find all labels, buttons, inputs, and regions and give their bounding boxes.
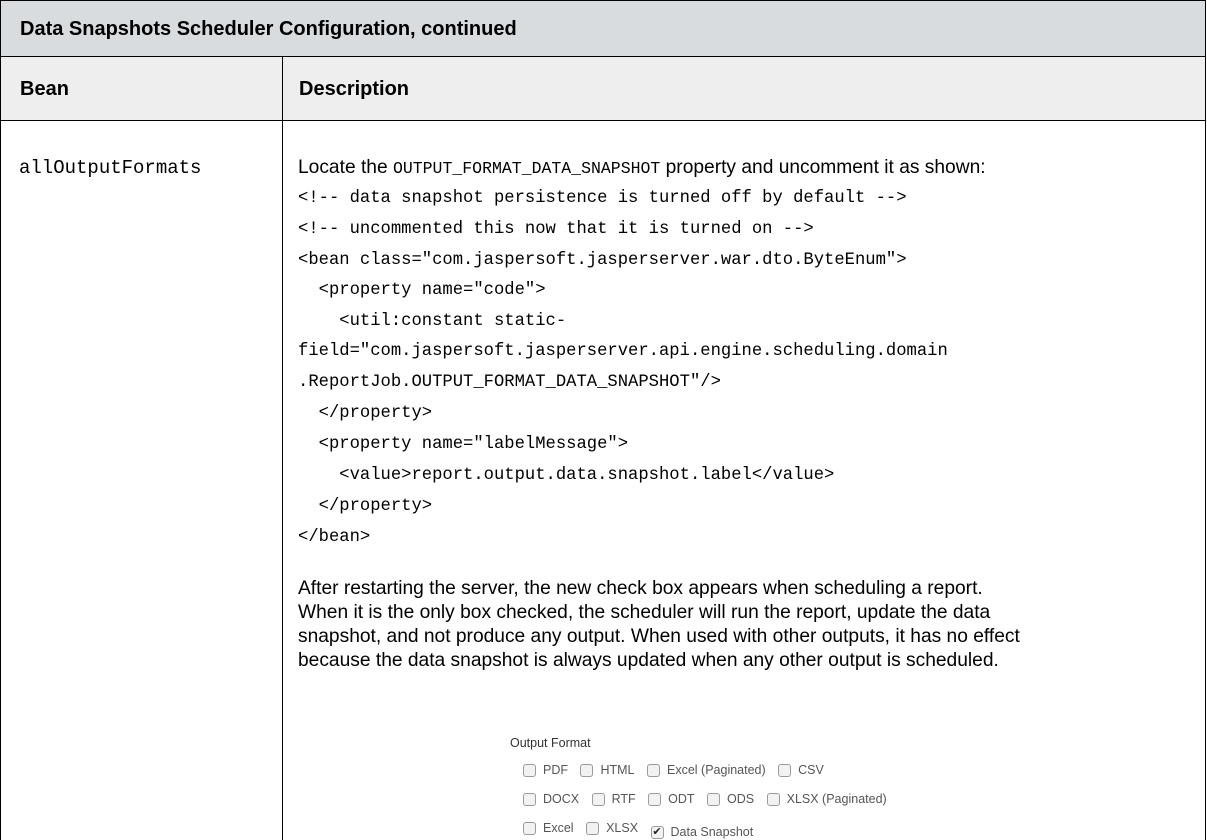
code-line: <property name="code"> bbox=[298, 281, 546, 300]
code-line: <value>report.output.data.snapshot.label… bbox=[298, 466, 835, 485]
table-title-row: Data Snapshots Scheduler Configuration, … bbox=[1, 0, 1205, 57]
checkbox-label: DOCX bbox=[543, 792, 580, 806]
checkbox-label: XLSX (Paginated) bbox=[786, 792, 887, 806]
checkbox-xlsx[interactable]: XLSX bbox=[586, 821, 638, 835]
checkbox-label: PDF bbox=[543, 763, 568, 777]
checkbox-label: CSV bbox=[798, 763, 824, 777]
bean-name-cell: allOutputFormats bbox=[19, 157, 202, 179]
code-line: field="com.jaspersoft.jasperserver.api.e… bbox=[298, 342, 948, 361]
output-format-row: DOCX RTF ODT ODS XLSX (Paginated) bbox=[523, 792, 896, 810]
checkbox-xlsx-paginated[interactable]: XLSX (Paginated) bbox=[766, 792, 887, 806]
code-line: </property> bbox=[298, 497, 433, 516]
checkbox-box[interactable] bbox=[523, 821, 536, 835]
checkbox-box[interactable] bbox=[523, 792, 536, 806]
checkbox-box[interactable] bbox=[778, 763, 792, 777]
paragraph-line: because the data snapshot is always upda… bbox=[298, 650, 999, 671]
checkbox-label: Data Snapshot bbox=[670, 825, 754, 839]
table-header-row: Bean Description bbox=[1, 57, 1205, 121]
checkbox-csv[interactable]: CSV bbox=[778, 763, 824, 777]
column-header-bean: Bean bbox=[20, 78, 69, 100]
code-line: <util:constant static- bbox=[298, 312, 567, 331]
intro-inline-code: OUTPUT_FORMAT_DATA_SNAPSHOT bbox=[392, 159, 661, 178]
paragraph-line: snapshot, and not produce any output. Wh… bbox=[298, 626, 1020, 647]
checkbox-box[interactable] bbox=[648, 792, 662, 806]
code-line: </bean> bbox=[298, 528, 371, 547]
description-intro: Locate the OUTPUT_FORMAT_DATA_SNAPSHOT p… bbox=[298, 156, 986, 181]
checkbox-box[interactable] bbox=[707, 792, 721, 806]
checkbox-data-snapshot[interactable]: ✔ Data Snapshot bbox=[650, 825, 754, 839]
checkbox-label: ODS bbox=[727, 792, 755, 806]
code-line: <property name="labelMessage"> bbox=[298, 435, 629, 454]
code-line: <bean class="com.jaspersoft.jasperserver… bbox=[298, 251, 907, 270]
intro-text-before: Locate the bbox=[298, 157, 393, 178]
checkbox-rtf[interactable]: RTF bbox=[591, 792, 636, 806]
column-divider bbox=[282, 57, 283, 840]
checkbox-odt[interactable]: ODT bbox=[648, 792, 695, 806]
checkbox-box[interactable] bbox=[591, 792, 605, 806]
checkbox-box[interactable] bbox=[766, 792, 780, 806]
table-title: Data Snapshots Scheduler Configuration, … bbox=[20, 18, 517, 40]
checkbox-label: ODT bbox=[668, 792, 695, 806]
checkbox-label: Excel (Paginated) bbox=[667, 763, 766, 777]
checkbox-box[interactable] bbox=[523, 763, 536, 777]
paragraph-line: After restarting the server, the new che… bbox=[298, 578, 983, 599]
paragraph-line: When it is the only box checked, the sch… bbox=[298, 602, 991, 623]
code-line: </property> bbox=[298, 404, 433, 423]
code-line: <!-- data snapshot persistence is turned… bbox=[298, 189, 907, 208]
description-paragraph: After restarting the server, the new che… bbox=[298, 577, 1203, 673]
checkbox-html[interactable]: HTML bbox=[580, 763, 635, 777]
intro-text-after: property and uncomment it as shown: bbox=[660, 157, 986, 178]
code-line: .ReportJob.OUTPUT_FORMAT_DATA_SNAPSHOT"/… bbox=[298, 373, 721, 392]
checkbox-box[interactable] bbox=[647, 763, 660, 777]
output-format-row: Excel XLSX ✔ Data Snapshot bbox=[523, 821, 762, 839]
checkbox-excel-paginated[interactable]: Excel (Paginated) bbox=[647, 763, 766, 777]
checkbox-ods[interactable]: ODS bbox=[707, 792, 754, 806]
checkbox-label: Excel bbox=[543, 821, 574, 835]
configuration-table: Data Snapshots Scheduler Configuration, … bbox=[0, 0, 1206, 840]
output-format-title: Output Format bbox=[510, 736, 591, 750]
code-line: <!-- uncommented this now that it is tur… bbox=[298, 220, 814, 239]
checkbox-box[interactable] bbox=[586, 821, 600, 835]
checkbox-box[interactable] bbox=[580, 763, 594, 777]
checkbox-label: RTF bbox=[611, 792, 636, 806]
checkbox-excel[interactable]: Excel bbox=[523, 821, 574, 835]
checkbox-label: HTML bbox=[600, 763, 635, 777]
column-header-description: Description bbox=[299, 78, 410, 100]
checkbox-box-checked[interactable]: ✔ bbox=[650, 825, 664, 839]
output-format-row: PDF HTML Excel (Paginated) CSV bbox=[523, 763, 833, 781]
checkbox-docx[interactable]: DOCX bbox=[523, 792, 579, 806]
checkbox-label: XLSX bbox=[606, 821, 639, 835]
checkbox-pdf[interactable]: PDF bbox=[523, 763, 568, 777]
